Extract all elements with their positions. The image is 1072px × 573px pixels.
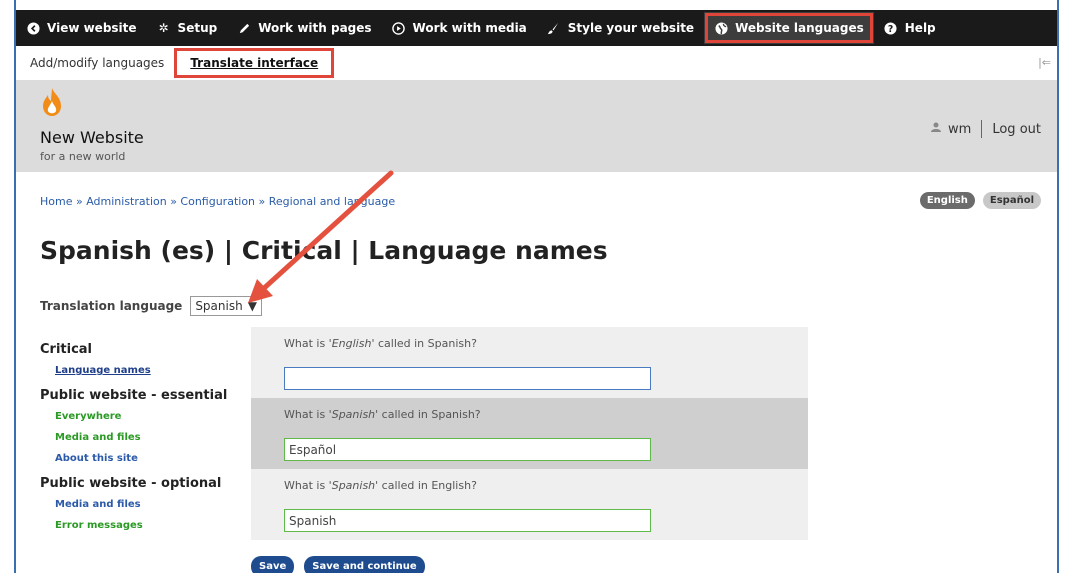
browser-frame: View website ✲ Setup Work with pages Wor…: [14, 0, 1059, 573]
annotation-arrow: [248, 170, 394, 303]
